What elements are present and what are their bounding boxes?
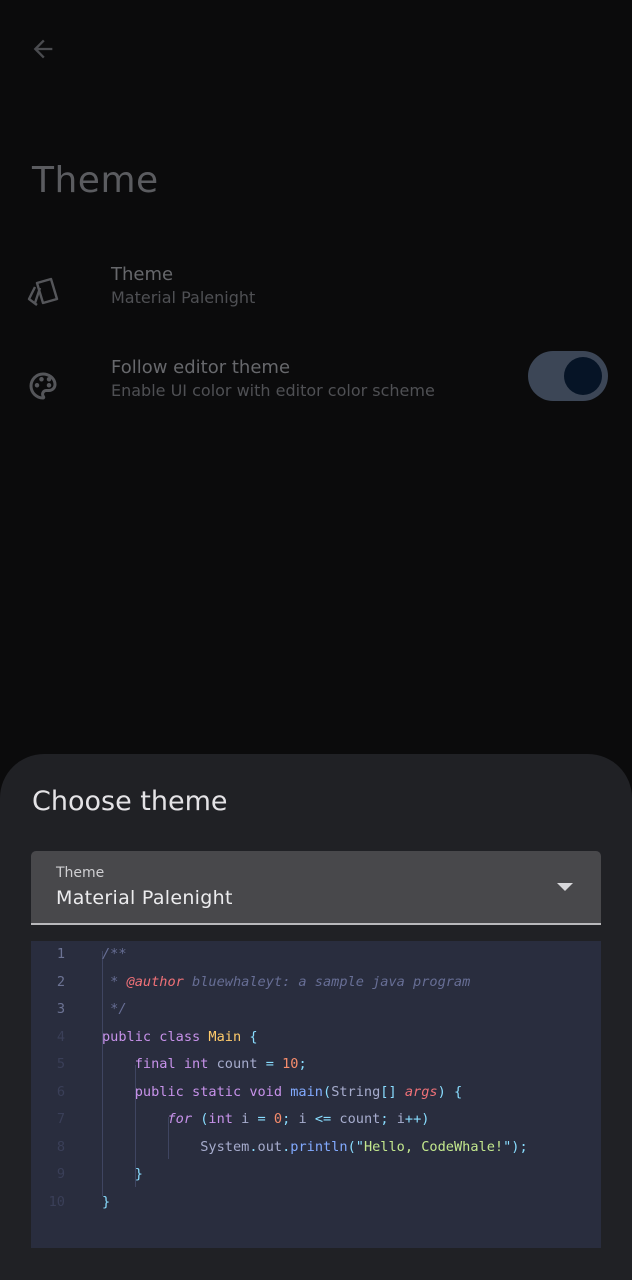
sheet-title: Choose theme [32, 786, 228, 817]
code-text: final int count = 10; [102, 1056, 307, 1072]
choose-theme-sheet: Choose theme Theme Material Palenight 1 /… [0, 754, 632, 1280]
line-number: 4 [56, 1028, 65, 1045]
code-line: 6 public static void main(String[] args)… [31, 1079, 601, 1107]
code-line: 9 } [31, 1161, 601, 1189]
settings-screen: Theme Theme Material Palenight Follow ed… [0, 0, 632, 1280]
theme-dropdown-label: Theme [56, 865, 105, 881]
theme-dropdown[interactable]: Theme Material Palenight [31, 851, 601, 925]
dropdown-arrow-icon [557, 883, 573, 891]
theme-preference[interactable]: Theme Material Palenight [0, 256, 632, 336]
line-number: 7 [56, 1111, 65, 1127]
theme-cards-icon [24, 274, 62, 312]
line-number: 6 [56, 1083, 65, 1100]
theme-preference-summary: Material Palenight [111, 288, 256, 307]
code-preview: 1 /** 2 * @author bluewhaleyt: a sample ja… [31, 941, 601, 1248]
code-text: } [102, 1166, 143, 1182]
follow-editor-theme-summary: Enable UI color with editor color scheme [111, 381, 435, 400]
code-line: 2 * @author bluewhaleyt: a sample java p… [31, 969, 601, 997]
follow-editor-theme-switch[interactable] [528, 351, 608, 401]
theme-dropdown-value: Material Palenight [56, 887, 233, 909]
line-number: 1 [56, 946, 65, 962]
code-text: } [102, 1193, 111, 1210]
back-button[interactable] [22, 28, 64, 70]
code-text: public static void main(String[] args) { [102, 1083, 463, 1100]
line-number: 3 [56, 1001, 65, 1017]
code-line: 8 System.out.println("Hello, CodeWhale!"… [31, 1134, 601, 1162]
arrow-back-icon [33, 39, 53, 59]
code-text: System.out.println("Hello, CodeWhale!"); [102, 1138, 528, 1155]
code-line: 7 for (int i = 0; i <= count; i++) [31, 1106, 601, 1134]
code-line: 3 */ [31, 996, 601, 1024]
code-text: /** [102, 946, 127, 962]
line-number: 9 [56, 1166, 65, 1182]
code-line: 5 final int count = 10; [31, 1051, 601, 1079]
follow-editor-theme-title: Follow editor theme [111, 357, 291, 378]
code-text: for (int i = 0; i <= count; i++) [167, 1111, 430, 1127]
code-line: 4 public class Main { [31, 1024, 601, 1052]
code-line: 1 /** [31, 941, 601, 969]
line-number: 10 [48, 1193, 65, 1210]
switch-knob [564, 357, 602, 395]
line-number: 8 [56, 1138, 65, 1155]
line-number: 5 [56, 1056, 65, 1072]
code-text: * @author bluewhaleyt: a sample java pro… [102, 973, 471, 990]
palette-icon [24, 367, 62, 405]
page-title: Theme [32, 160, 159, 201]
theme-preference-title: Theme [111, 264, 174, 285]
code-text: */ [102, 1001, 127, 1017]
code-line: 10} [31, 1189, 601, 1217]
line-number: 2 [56, 973, 65, 990]
code-text: public class Main { [102, 1028, 258, 1045]
